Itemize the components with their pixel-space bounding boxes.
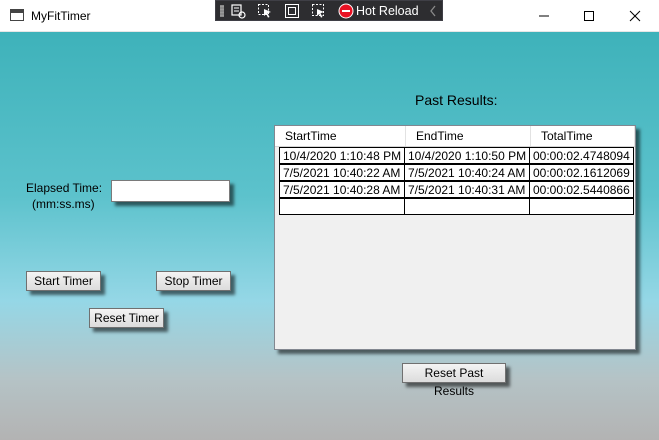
collapse-chevron-icon[interactable] — [428, 4, 438, 18]
close-button[interactable] — [612, 0, 658, 31]
close-icon — [629, 10, 641, 22]
grid-header: StartTime EndTime TotalTime — [275, 126, 635, 147]
live-visual-tree-icon[interactable] — [230, 3, 246, 19]
app-window-icon — [10, 9, 24, 21]
xaml-debug-toolbar: Hot Reload — [215, 0, 443, 21]
cell-endtime[interactable]: 10/4/2020 1:10:50 PM — [404, 147, 529, 164]
stop-timer-button[interactable]: Stop Timer — [156, 271, 231, 291]
past-results-grid[interactable]: StartTime EndTime TotalTime 10/4/2020 1:… — [274, 125, 636, 350]
toolbar-grip-icon[interactable] — [220, 5, 224, 17]
start-timer-button[interactable]: Start Timer — [26, 271, 101, 291]
title-bar: MyFitTimer Hot Reload — [0, 0, 659, 32]
column-header-totaltime[interactable]: TotalTime — [531, 126, 635, 146]
cell-endtime[interactable]: 7/5/2021 10:40:31 AM — [404, 181, 529, 198]
reset-past-results-button[interactable]: Reset Past Results — [402, 363, 506, 398]
cell-totaltime[interactable]: 00:00:02.1612069 — [529, 164, 634, 181]
client-area: Elapsed Time: (mm:ss.ms) Start Timer Sto… — [0, 32, 659, 440]
cell-starttime[interactable]: 7/5/2021 10:40:28 AM — [279, 181, 404, 198]
cell-starttime[interactable] — [279, 198, 404, 215]
select-element-icon[interactable] — [257, 3, 273, 19]
column-header-endtime[interactable]: EndTime — [406, 126, 531, 146]
minimize-icon — [539, 15, 549, 17]
maximize-icon — [584, 11, 594, 21]
window-title: MyFitTimer — [31, 9, 91, 23]
cell-starttime[interactable]: 10/4/2020 1:10:48 PM — [279, 147, 404, 164]
cell-starttime[interactable]: 7/5/2021 10:40:22 AM — [279, 164, 404, 181]
cell-totaltime[interactable] — [529, 198, 634, 215]
elapsed-time-format-label: (mm:ss.ms) — [32, 197, 95, 211]
cell-totaltime[interactable]: 00:00:02.4748094 — [529, 147, 634, 164]
hot-reload-status-icon[interactable] — [338, 3, 354, 19]
elapsed-time-label: Elapsed Time: — [26, 181, 103, 195]
display-layout-adorners-icon[interactable] — [284, 3, 300, 19]
cell-endtime[interactable] — [404, 198, 529, 215]
reset-timer-button[interactable]: Reset Timer — [89, 308, 164, 328]
track-focus-icon[interactable] — [311, 3, 327, 19]
elapsed-time-field[interactable] — [111, 180, 230, 202]
minimize-button[interactable] — [521, 0, 567, 31]
column-header-starttime[interactable]: StartTime — [275, 126, 406, 146]
past-results-heading: Past Results: — [415, 92, 498, 108]
cell-endtime[interactable]: 7/5/2021 10:40:24 AM — [404, 164, 529, 181]
hot-reload-label[interactable]: Hot Reload — [356, 4, 419, 18]
maximize-button[interactable] — [566, 0, 612, 31]
cell-totaltime[interactable]: 00:00:02.5440866 — [529, 181, 634, 198]
